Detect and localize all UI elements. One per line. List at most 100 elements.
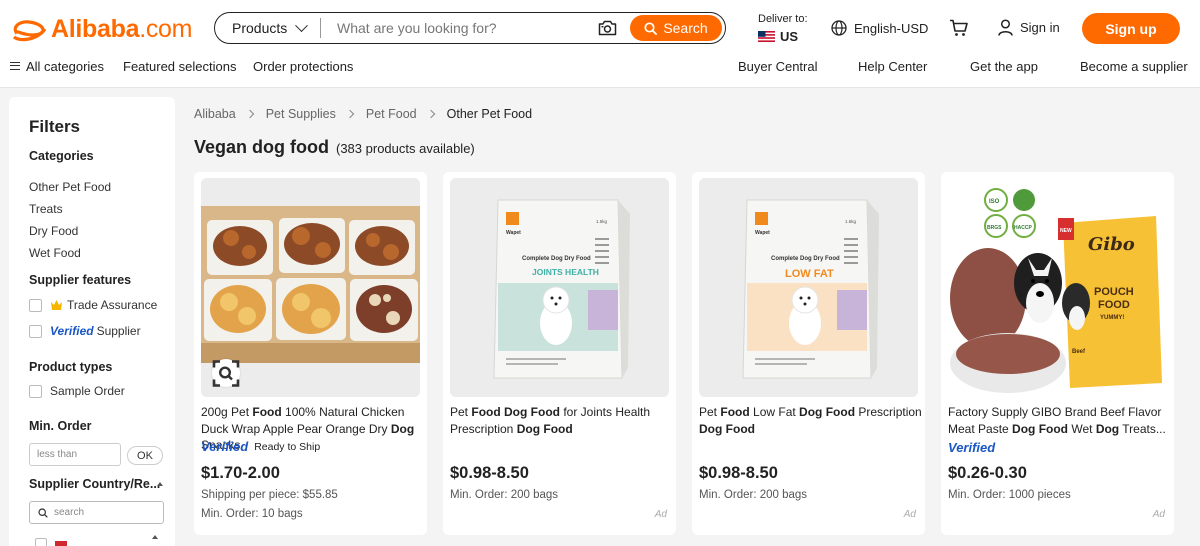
sign-in-link[interactable]: Sign in <box>998 19 1060 36</box>
product-price: $1.70-2.00 <box>201 464 280 482</box>
pouch-line2: FOOD <box>1098 299 1130 311</box>
checkbox-box <box>35 538 47 546</box>
min-order-input[interactable] <box>29 443 121 466</box>
shipping-per-piece: Shipping per piece: $55.85 <box>201 489 338 501</box>
product-image[interactable]: Wapet 1.5kg Complete Dog Dry Food LOW FA… <box>699 178 918 397</box>
ad-label: Ad <box>654 509 667 520</box>
deliver-to-selector[interactable]: Deliver to: US <box>758 13 808 44</box>
pouch-flavor: Beef <box>1072 349 1086 355</box>
logo-text: Alibaba <box>51 14 140 43</box>
product-price: $0.26-0.30 <box>948 464 1027 482</box>
bag-brand: Wapet <box>755 230 770 236</box>
nav-become-a-supplier[interactable]: Become a supplier <box>1080 59 1188 74</box>
category-dry-food[interactable]: Dry Food <box>29 224 78 238</box>
breadcrumb-pet-supplies[interactable]: Pet Supplies <box>266 107 336 121</box>
camera-icon[interactable] <box>598 19 620 37</box>
sample-order-checkbox[interactable]: Sample Order <box>29 384 125 398</box>
breadcrumb-pet-food[interactable]: Pet Food <box>366 107 417 121</box>
title-part: Dog Food <box>799 405 856 419</box>
deliver-country: US <box>780 29 799 44</box>
search-input[interactable] <box>321 13 598 43</box>
supplier-country-heading: Supplier Country/Re... <box>29 477 161 491</box>
trade-assurance-checkbox[interactable]: Trade Assurance <box>29 298 157 312</box>
category-other-pet-food[interactable]: Other Pet Food <box>29 180 111 194</box>
nav-order-protections[interactable]: Order protections <box>253 59 353 74</box>
verified-badge: Verified <box>50 324 94 338</box>
title-part: Dog <box>390 421 415 436</box>
page-title: Vegan dog food <box>194 137 329 157</box>
product-image[interactable]: NEW Gibo POUCH FOOD YUMMY! Beef ISO BRGS… <box>948 178 1167 397</box>
scroll-up-caret-icon[interactable] <box>152 535 158 539</box>
product-card[interactable]: Wapet 1.5kg Complete Dog Dry Food LOW FA… <box>692 172 925 535</box>
title-part: Dog Food <box>1012 421 1069 436</box>
min-order-heading: Min. Order <box>29 419 92 433</box>
language-currency-selector[interactable]: English-USD <box>831 20 928 36</box>
chevron-down-icon <box>295 18 309 32</box>
globe-icon <box>831 20 847 36</box>
us-flag-icon <box>758 31 775 42</box>
product-image[interactable]: Wapet 1.5kg Complete Dog Dry Food JOINTS… <box>450 178 669 397</box>
image-search-button[interactable] <box>212 359 240 387</box>
title-part: Low Fat <box>749 405 800 419</box>
country-search-input[interactable] <box>54 507 154 518</box>
alibaba-logo-icon <box>12 20 47 42</box>
secondary-nav: All categories Featured selections Order… <box>0 58 1200 76</box>
min-order: Min. Order: 200 bags <box>699 489 808 501</box>
product-title[interactable]: Pet Food Low Fat Dog Food Prescription D… <box>699 404 923 437</box>
product-card[interactable]: 200g Pet Food 100% Natural Chicken Duck … <box>194 172 427 535</box>
title-part: Wet <box>1068 421 1096 436</box>
product-title[interactable]: Pet Food Dog Food for Joints Health Pres… <box>450 404 674 437</box>
nav-all-categories[interactable]: All categories <box>10 59 104 74</box>
product-image-joints-bag: Wapet 1.5kg Complete Dog Dry Food JOINTS… <box>450 178 669 397</box>
trade-assurance-icon <box>51 300 62 310</box>
deliver-to-label: Deliver to: <box>758 13 808 25</box>
verified-badge: Verified <box>948 440 996 455</box>
search-category-dropdown[interactable]: Products <box>215 13 320 43</box>
category-wet-food[interactable]: Wet Food <box>29 246 81 260</box>
category-treats[interactable]: Treats <box>29 202 63 216</box>
title-part: Pet <box>699 405 721 419</box>
nav-featured-selections[interactable]: Featured selections <box>123 59 236 74</box>
trade-assurance-label: Trade Assurance <box>67 298 158 312</box>
country-option-partial[interactable] <box>35 538 67 546</box>
title-part: Dog Food <box>699 421 755 436</box>
title-part: Food <box>252 405 282 419</box>
search-button[interactable]: Search <box>630 15 722 41</box>
title-part: Prescription <box>855 405 922 419</box>
search-icon <box>644 21 658 35</box>
nav-help-center[interactable]: Help Center <box>858 59 927 74</box>
sign-up-button[interactable]: Sign up <box>1082 13 1180 44</box>
product-card[interactable]: Wapet 1.5kg Complete Dog Dry Food JOINTS… <box>443 172 676 535</box>
alibaba-logo[interactable]: Alibaba.com <box>11 14 192 44</box>
chevron-right-icon <box>426 109 435 119</box>
pouch-line3: YUMMY! <box>1100 315 1124 321</box>
pouch-brand: Gibo <box>1088 234 1135 255</box>
min-order: Min. Order: 200 bags <box>450 489 559 501</box>
cert-iso: ISO <box>989 199 1000 205</box>
checkbox-box <box>29 298 42 312</box>
nav-buyer-central[interactable]: Buyer Central <box>738 59 817 74</box>
verified-supplier-checkbox[interactable]: Verified Supplier <box>29 324 141 338</box>
search-button-label: Search <box>663 20 708 36</box>
user-icon <box>998 19 1013 36</box>
nav-get-the-app[interactable]: Get the app <box>970 59 1038 74</box>
min-order-ok-button[interactable]: OK <box>127 446 163 465</box>
bag-weight: 1.5kg <box>596 219 608 224</box>
breadcrumb-alibaba[interactable]: Alibaba <box>194 107 236 121</box>
collapse-caret-icon[interactable] <box>157 482 163 486</box>
top-header: Alibaba.com Products Search Deliver to: <box>0 0 1200 88</box>
title-part: Dog Food <box>516 421 573 436</box>
product-image[interactable] <box>201 178 420 397</box>
product-title[interactable]: Factory Supply GIBO Brand Beef Flavor Me… <box>948 404 1172 437</box>
language-label: English-USD <box>854 20 929 36</box>
cart-icon[interactable] <box>949 19 969 37</box>
breadcrumb: Alibaba Pet Supplies Pet Food Other Pet … <box>194 107 532 121</box>
search-category-label: Products <box>232 20 288 36</box>
product-image-low-fat-bag: Wapet 1.5kg Complete Dog Dry Food LOW FA… <box>699 178 918 397</box>
bag-brand: Wapet <box>506 230 521 236</box>
product-count: (383 products available) <box>336 141 475 156</box>
pouch-line1: POUCH <box>1094 286 1134 298</box>
filters-title: Filters <box>29 117 81 136</box>
min-order: Min. Order: 10 bags <box>201 508 303 520</box>
product-card[interactable]: NEW Gibo POUCH FOOD YUMMY! Beef ISO BRGS… <box>941 172 1174 535</box>
